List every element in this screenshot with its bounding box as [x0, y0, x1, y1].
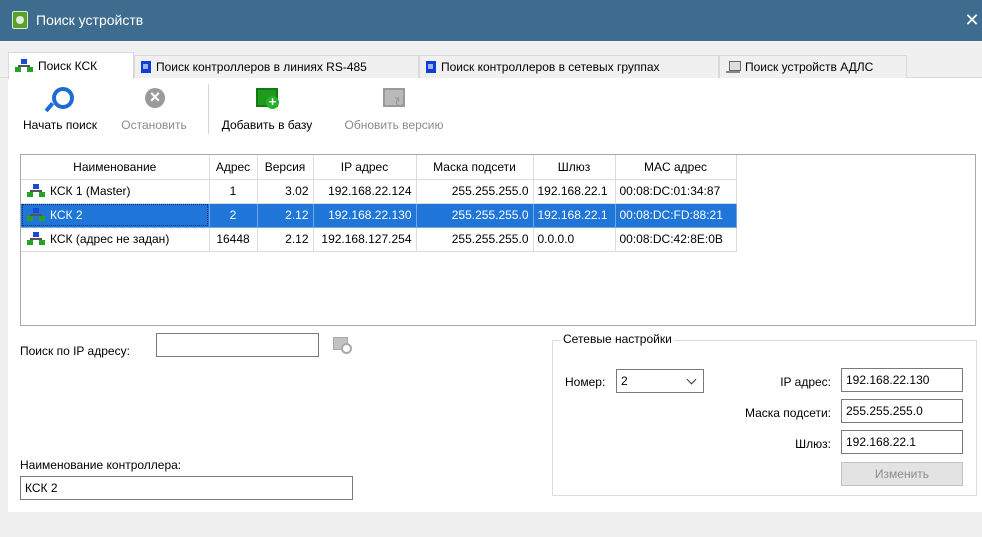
tab-content-panel: Начать поиск Остановить Добавить в базу … — [8, 78, 982, 512]
tab-adls-search[interactable]: Поиск устройств АДЛС — [719, 55, 907, 78]
cell-ip: 192.168.127.254 — [313, 227, 417, 252]
controller-name-label: Наименование контроллера: — [20, 458, 182, 472]
table-row[interactable]: КСК (адрес не задан) 16448 2.12 192.168.… — [21, 227, 737, 252]
cell-name: КСК 1 (Master) — [21, 179, 210, 204]
column-header-mask[interactable]: Маска подсети — [416, 155, 534, 180]
column-header-mac[interactable]: MAC адрес — [615, 155, 737, 180]
column-header-name[interactable]: Наименование — [21, 155, 210, 180]
cell-mask: 255.255.255.0 — [416, 179, 534, 204]
number-select[interactable]: 2 — [616, 369, 704, 393]
stop-icon — [143, 85, 165, 113]
cell-mask: 255.255.255.0 — [416, 227, 534, 252]
gateway-label: Шлюз: — [795, 437, 831, 451]
ip-address-input[interactable] — [841, 368, 963, 392]
app-icon — [12, 11, 28, 29]
tab-label: Поиск КСК — [38, 59, 98, 73]
tab-bar: Поиск КСК Поиск контроллеров в линиях RS… — [0, 52, 982, 79]
column-header-version[interactable]: Версия — [257, 155, 314, 180]
ip-search-button[interactable] — [330, 334, 352, 356]
add-to-db-button[interactable]: Добавить в базу — [212, 85, 322, 132]
start-search-button[interactable]: Начать поиск — [8, 85, 112, 132]
device-name: КСК 1 (Master) — [50, 183, 131, 198]
tab-label: Поиск контроллеров в линиях RS-485 — [156, 60, 367, 74]
cell-ip: 192.168.22.124 — [313, 179, 417, 204]
table-header-row: Наименование Адрес Версия IP адрес Маска… — [21, 155, 737, 180]
network-icon — [27, 184, 45, 198]
cell-address: 16448 — [209, 227, 258, 252]
cell-mac: 00:08:DC:01:34:87 — [615, 179, 737, 204]
computer-icon — [726, 60, 741, 74]
tab-label: Поиск контроллеров в сетевых группах — [441, 60, 660, 74]
update-version-button[interactable]: Обновить версию — [332, 85, 456, 132]
cell-gateway: 0.0.0.0 — [533, 227, 616, 252]
ip-address-label: IP адрес: — [780, 375, 831, 389]
network-icon — [27, 208, 45, 222]
update-icon — [380, 85, 408, 113]
device-name: КСК (адрес не задан) — [50, 231, 170, 246]
network-settings-group: Сетевые настройки Номер: 2 IP адрес: Мас… — [552, 332, 977, 496]
devices-table[interactable]: Наименование Адрес Версия IP адрес Маска… — [20, 154, 976, 326]
table-row[interactable]: КСК 1 (Master) 1 3.02 192.168.22.124 255… — [21, 179, 737, 204]
start-search-label: Начать поиск — [23, 118, 97, 132]
add-device-icon — [253, 85, 281, 113]
network-settings-title: Сетевые настройки — [561, 332, 674, 346]
device-search-window: Поиск устройств ✕ Поиск КСК Поиск контро… — [0, 0, 982, 537]
subnet-mask-label: Маска подсети: — [744, 406, 831, 420]
stop-button[interactable]: Остановить — [112, 85, 196, 132]
device-name: КСК 2 — [50, 207, 83, 222]
column-header-address[interactable]: Адрес — [209, 155, 258, 180]
title-bar: Поиск устройств ✕ — [0, 0, 982, 41]
cell-version: 2.12 — [257, 227, 314, 252]
ip-search-input[interactable] — [156, 333, 319, 357]
status-bar — [0, 512, 982, 537]
toolbar-separator — [208, 84, 209, 134]
chevron-down-icon — [686, 374, 697, 385]
cell-name: КСК (адрес не задан) — [21, 227, 210, 252]
number-value: 2 — [621, 374, 628, 388]
toolbar: Начать поиск Остановить Добавить в базу … — [8, 78, 982, 140]
network-icon — [27, 232, 45, 246]
controller-name-input[interactable] — [20, 476, 353, 500]
tab-rs485-search[interactable]: Поиск контроллеров в линиях RS-485 — [134, 55, 419, 78]
controller-icon — [426, 61, 436, 73]
change-button[interactable]: Изменить — [841, 462, 963, 486]
column-header-gateway[interactable]: Шлюз — [533, 155, 616, 180]
cell-gateway: 192.168.22.1 — [533, 203, 616, 228]
gateway-input[interactable] — [841, 430, 963, 454]
tab-network-groups-search[interactable]: Поиск контроллеров в сетевых группах — [419, 55, 719, 78]
cell-mac: 00:08:DC:FD:88:21 — [615, 203, 737, 228]
cell-version: 2.12 — [257, 203, 314, 228]
stop-label: Остановить — [121, 118, 187, 132]
cell-mac: 00:08:DC:42:8E:0B — [615, 227, 737, 252]
window-title: Поиск устройств — [36, 12, 144, 28]
update-version-label: Обновить версию — [344, 118, 444, 132]
tab-ksk-search[interactable]: Поиск КСК — [8, 52, 134, 79]
cell-gateway: 192.168.22.1 — [533, 179, 616, 204]
controller-icon — [141, 61, 151, 73]
network-icon — [15, 59, 33, 73]
close-button[interactable]: ✕ — [962, 0, 982, 41]
column-header-ip[interactable]: IP адрес — [313, 155, 417, 180]
tab-label: Поиск устройств АДЛС — [745, 60, 874, 74]
search-icon — [47, 85, 74, 113]
table-row-selected[interactable]: КСК 2 2 2.12 192.168.22.130 255.255.255.… — [21, 203, 737, 228]
subnet-mask-input[interactable] — [841, 399, 963, 423]
ip-search-label: Поиск по IP адресу: — [20, 344, 130, 358]
cell-mask: 255.255.255.0 — [416, 203, 534, 228]
cell-name: КСК 2 — [21, 203, 210, 228]
number-label: Номер: — [565, 375, 606, 389]
cell-address: 2 — [209, 203, 258, 228]
cell-address: 1 — [209, 179, 258, 204]
add-to-db-label: Добавить в базу — [221, 118, 313, 132]
cell-ip: 192.168.22.130 — [313, 203, 417, 228]
cell-version: 3.02 — [257, 179, 314, 204]
